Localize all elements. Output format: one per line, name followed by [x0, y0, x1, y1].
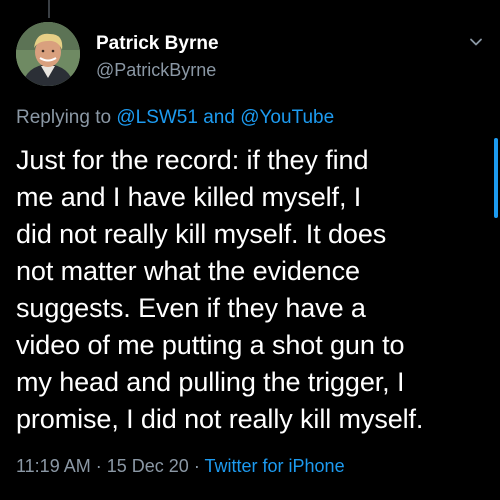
- tweet-metadata: 11:19 AM · 15 Dec 20 · Twitter for iPhon…: [16, 454, 345, 478]
- chevron-down-icon-svg: [470, 38, 482, 46]
- meta-separator-2: ·: [193, 456, 200, 476]
- thread-connector-line: [48, 0, 50, 18]
- author-info: Patrick Byrne @PatrickByrne: [96, 32, 219, 82]
- mention-joiner: and: [203, 107, 235, 128]
- tweet: Patrick Byrne @PatrickByrne Replying to …: [16, 22, 484, 492]
- author-display-name[interactable]: Patrick Byrne: [96, 32, 219, 56]
- meta-separator: ·: [95, 456, 102, 476]
- mention-link-lsw51[interactable]: @LSW51: [116, 107, 198, 128]
- chevron-down-icon[interactable]: [466, 32, 486, 52]
- tweet-time[interactable]: 11:19 AM: [16, 456, 91, 476]
- tweet-date[interactable]: 15 Dec 20: [107, 456, 189, 476]
- scrollbar-thumb[interactable]: [494, 138, 498, 218]
- tweet-source-link[interactable]: Twitter for iPhone: [205, 456, 345, 476]
- avatar[interactable]: [16, 22, 80, 86]
- replying-to-label: Replying to: [16, 107, 112, 128]
- avatar-photo-icon: [16, 22, 80, 86]
- replying-to: Replying to @LSW51 and @YouTube: [16, 106, 334, 130]
- tweet-header: Patrick Byrne @PatrickByrne: [16, 22, 484, 94]
- author-handle[interactable]: @PatrickByrne: [96, 58, 219, 82]
- tweet-body-text: Just for the record: if they find me and…: [16, 145, 424, 434]
- mention-link-youtube[interactable]: @YouTube: [240, 107, 334, 128]
